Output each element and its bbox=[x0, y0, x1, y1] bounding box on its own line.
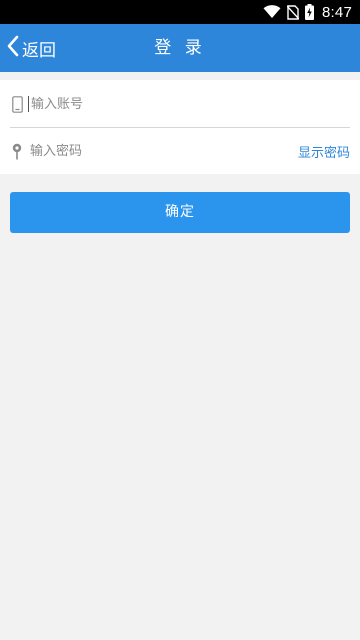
app-bar: 返回 登 录 bbox=[0, 24, 360, 72]
status-icons: 8:47 bbox=[263, 0, 352, 24]
password-input[interactable] bbox=[28, 136, 298, 166]
account-row bbox=[10, 81, 350, 128]
wifi-icon bbox=[263, 5, 281, 19]
page-title: 登 录 bbox=[154, 38, 206, 58]
show-password-button[interactable]: 显示密码 bbox=[298, 142, 350, 161]
account-input[interactable] bbox=[28, 96, 350, 112]
login-screen: 8:47 返回 登 录 输入账号 显示密码 确定 bbox=[0, 0, 360, 640]
login-form: 显示密码 bbox=[0, 80, 360, 174]
status-bar: 8:47 bbox=[0, 0, 360, 24]
no-sim-icon bbox=[287, 4, 299, 20]
confirm-button[interactable]: 确定 bbox=[10, 192, 350, 233]
status-time: 8:47 bbox=[322, 3, 352, 21]
password-row: 显示密码 bbox=[10, 128, 350, 174]
phone-icon bbox=[10, 95, 24, 113]
pin-icon bbox=[10, 143, 24, 160]
battery-charging-icon bbox=[305, 4, 314, 20]
